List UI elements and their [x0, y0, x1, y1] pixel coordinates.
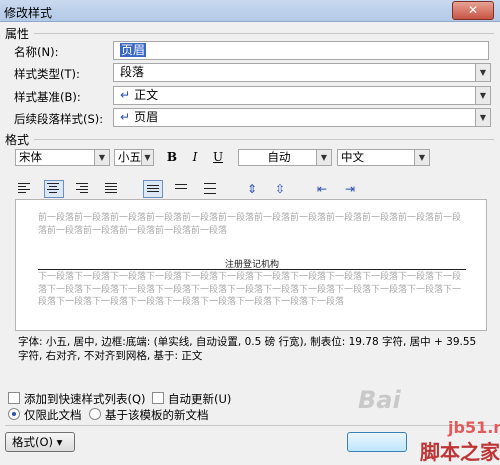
- next-style-select[interactable]: ↵ 页眉 ▼: [113, 108, 491, 127]
- ok-button[interactable]: [347, 432, 407, 452]
- only-this-document-radio[interactable]: [8, 408, 20, 420]
- format-menu-button[interactable]: 格式(O) ▾: [5, 432, 75, 452]
- add-quick-styles-label: 添加到快速样式列表(Q): [24, 392, 146, 406]
- italic-button[interactable]: I: [185, 148, 205, 166]
- auto-update-checkbox[interactable]: [152, 392, 164, 404]
- style-name-value: 页眉: [120, 43, 147, 57]
- chevron-down-icon[interactable]: ▼: [94, 150, 109, 165]
- style-type-label: 样式类型(T):: [14, 67, 80, 81]
- font-size-select[interactable]: 小五 ▼: [114, 149, 154, 166]
- chevron-down-icon[interactable]: ▼: [475, 64, 490, 81]
- one-half-spacing-icon[interactable]: [172, 180, 192, 198]
- only-this-document-label: 仅限此文档: [24, 408, 82, 422]
- chevron-down-icon[interactable]: ▼: [475, 109, 490, 126]
- preview-previous-paragraph: 前一段落前一段落前一段落前一段落前一段落前一段落前一段落前一段落前一段落前一段落…: [38, 213, 462, 236]
- underline-button[interactable]: U: [208, 148, 228, 166]
- chevron-down-icon[interactable]: ▼: [414, 150, 429, 165]
- preview-next-paragraph: 下一段落下一段落下一段落下一段落下一段落下一段落下一段落下一段落下一段落下一段落…: [38, 272, 462, 307]
- align-left-icon[interactable]: [15, 180, 35, 198]
- format-separator: [34, 139, 494, 140]
- preview-bottom-border: [38, 269, 466, 270]
- align-right-icon[interactable]: [73, 180, 93, 198]
- based-on-select[interactable]: ↵ 正文 ▼: [113, 86, 491, 105]
- brand-watermark: 脚本之家: [420, 440, 500, 464]
- bold-button[interactable]: B: [162, 148, 182, 166]
- close-button[interactable]: ✕: [452, 1, 494, 20]
- based-on-value: 正文: [134, 88, 159, 102]
- increase-indent-icon[interactable]: ⇥: [340, 180, 360, 198]
- font-color-value: 自动: [267, 150, 291, 164]
- style-description: 字体: 小五, 居中, 边框:底端: (单实线, 自动设置, 0.5 磅 行宽)…: [18, 336, 477, 362]
- font-value: 宋体: [19, 150, 42, 164]
- font-size-value: 小五: [118, 150, 141, 164]
- new-documents-template-radio[interactable]: [89, 408, 101, 420]
- script-select[interactable]: 中文 ▼: [337, 149, 430, 166]
- site-watermark: jb51.net: [448, 418, 500, 437]
- properties-separator: [34, 33, 494, 34]
- style-preview: 前一段落前一段落前一段落前一段落前一段落前一段落前一段落前一段落前一段落前一段落…: [15, 199, 487, 331]
- add-quick-styles-checkbox[interactable]: [8, 392, 20, 404]
- next-style-value: 页眉: [134, 110, 159, 124]
- new-documents-template-label: 基于该模板的新文档: [105, 408, 209, 422]
- title-bar: 修改样式 ✕: [0, 0, 500, 22]
- decrease-indent-icon[interactable]: ⇤: [312, 180, 332, 198]
- script-value: 中文: [341, 150, 364, 164]
- single-spacing-icon[interactable]: [143, 180, 163, 198]
- style-type-select[interactable]: 段落 ▼: [113, 63, 491, 82]
- auto-update-label: 自动更新(U): [168, 392, 232, 406]
- chevron-down-icon[interactable]: ▼: [141, 150, 153, 165]
- next-style-label: 后续段落样式(S):: [14, 112, 104, 126]
- window-title: 修改样式: [4, 6, 53, 20]
- increase-spacing-icon[interactable]: ⇕: [242, 180, 262, 198]
- name-label: 名称(N):: [14, 45, 59, 59]
- chevron-down-icon[interactable]: ▼: [316, 150, 331, 165]
- justify-icon[interactable]: [102, 180, 122, 198]
- font-select[interactable]: 宋体 ▼: [15, 149, 110, 166]
- based-on-label: 样式基准(B):: [14, 90, 81, 104]
- style-type-value: 段落: [120, 65, 145, 79]
- paragraph-return-icon: ↵: [120, 110, 131, 124]
- double-spacing-icon[interactable]: [201, 180, 221, 198]
- chevron-down-icon[interactable]: ▼: [475, 87, 490, 104]
- format-group-label: 格式: [5, 133, 30, 147]
- properties-group-label: 属性: [5, 27, 30, 41]
- font-color-select[interactable]: 自动 ▼: [238, 149, 332, 166]
- paragraph-return-icon: ↵: [120, 88, 131, 102]
- style-name-input[interactable]: 页眉: [113, 41, 489, 60]
- bottom-separator: [5, 425, 494, 426]
- decrease-spacing-icon[interactable]: ⇳: [270, 180, 290, 198]
- baidu-watermark: Bai: [358, 386, 401, 414]
- align-center-icon[interactable]: [44, 180, 64, 198]
